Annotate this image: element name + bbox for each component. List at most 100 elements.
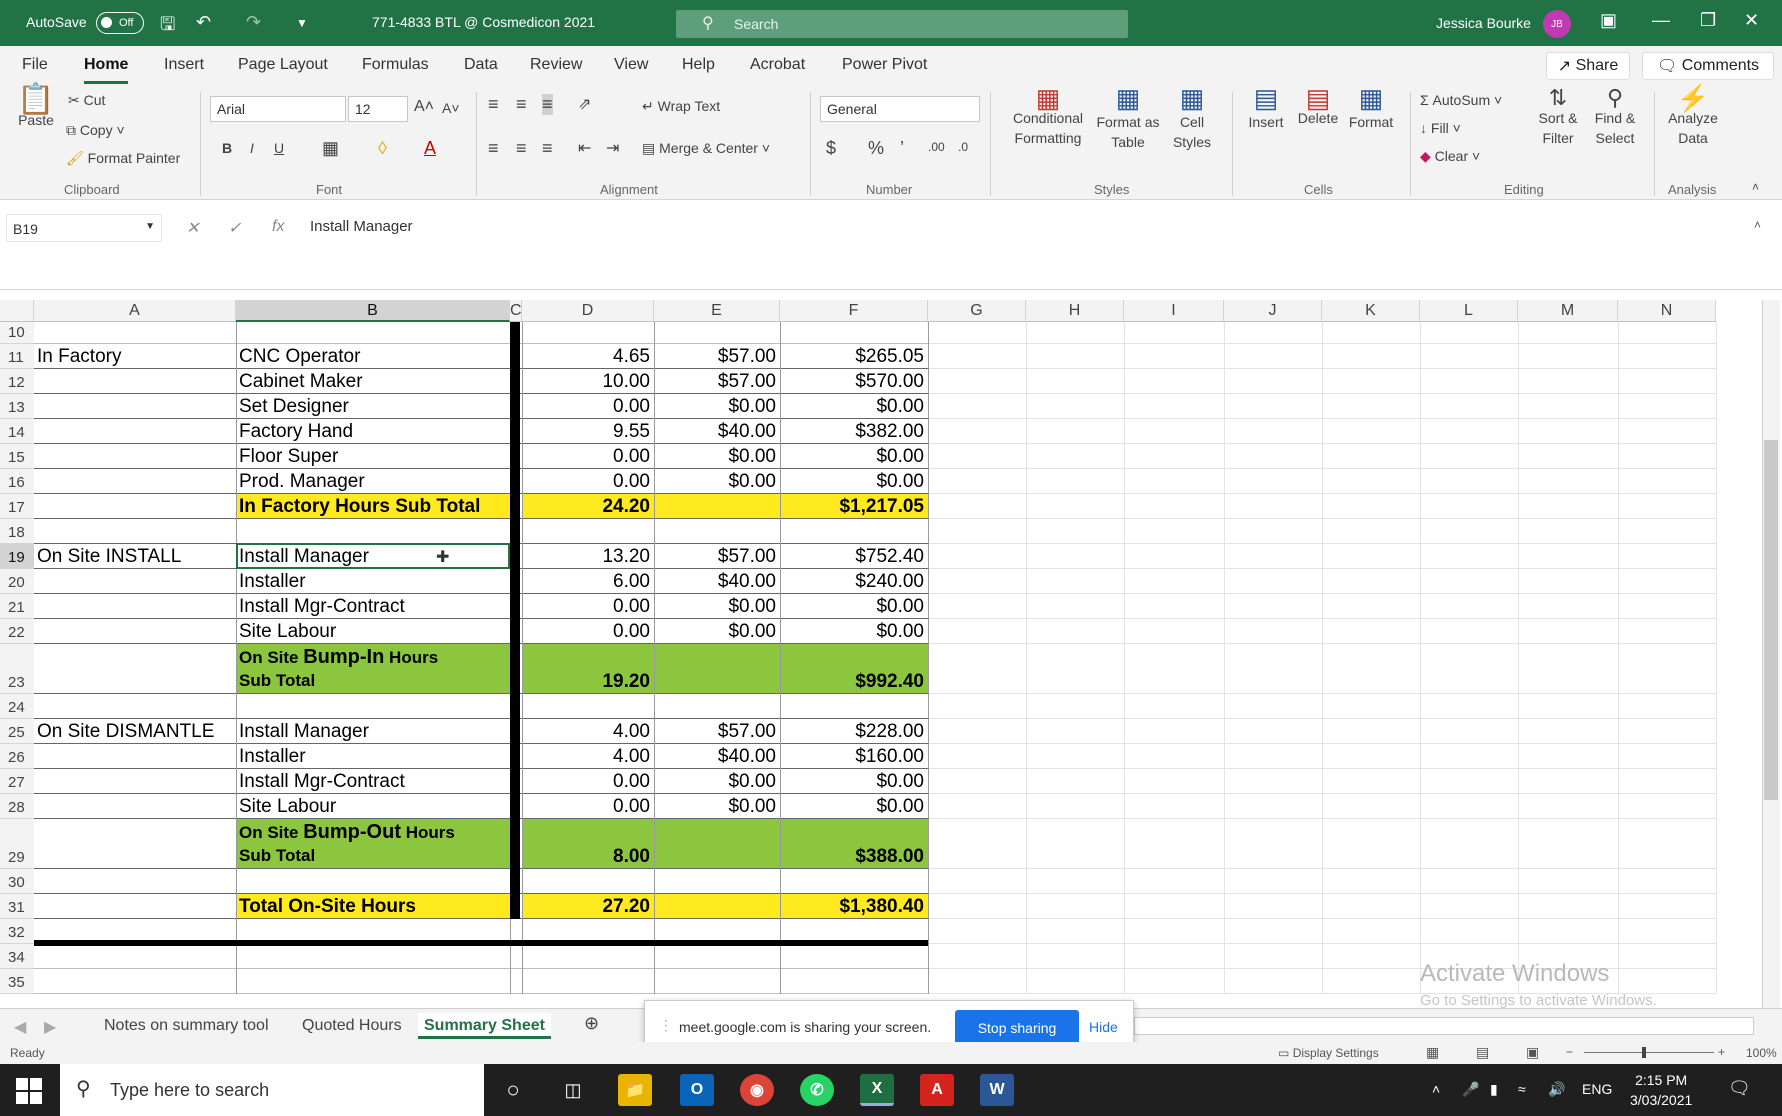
drag-handle-icon[interactable]: ⋮ — [659, 1017, 673, 1034]
cell-b12[interactable]: Cabinet Maker — [239, 369, 510, 394]
cell-d25[interactable]: 4.00 — [525, 719, 654, 744]
font-size-dropdown[interactable]: 12 — [348, 96, 408, 122]
acrobat-icon[interactable]: A — [920, 1074, 954, 1106]
orientation-icon[interactable]: ⇗ — [578, 94, 591, 114]
row-header-30[interactable]: 30 — [0, 869, 34, 894]
column-header-j[interactable]: J — [1224, 300, 1322, 322]
underline-icon[interactable]: U — [274, 140, 284, 156]
excel-icon[interactable]: X — [860, 1074, 894, 1106]
increase-font-icon[interactable]: A˄ — [414, 98, 434, 116]
sort-filter-button[interactable]: ⇅ Sort & Filter — [1528, 87, 1588, 148]
cell-a25[interactable]: On Site DISMANTLE — [37, 719, 236, 744]
redo-icon[interactable]: ↷ — [246, 12, 261, 33]
cell-a19[interactable]: On Site INSTALL — [37, 544, 236, 569]
avatar[interactable]: JB — [1543, 10, 1571, 38]
restore-icon[interactable]: ❐ — [1700, 10, 1716, 31]
tray-chevron-up-icon[interactable]: ˄ — [1432, 1081, 1440, 1097]
align-left-icon[interactable]: ≡ — [488, 138, 499, 159]
zoom-slider-thumb[interactable] — [1642, 1047, 1646, 1058]
row-header-19[interactable]: 19 — [0, 544, 34, 569]
cell-b25[interactable]: Install Manager — [239, 719, 510, 744]
cell-d26[interactable]: 4.00 — [525, 744, 654, 769]
cell-d11[interactable]: 4.65 — [525, 344, 654, 369]
row-header-13[interactable]: 13 — [0, 394, 34, 419]
cell-f19[interactable]: $752.40 — [783, 544, 928, 569]
align-middle-icon[interactable]: ≡ — [516, 94, 527, 115]
cell-d27[interactable]: 0.00 — [525, 769, 654, 794]
clock[interactable]: 2:15 PM 3/03/2021 — [1630, 1070, 1692, 1110]
zoom-slider[interactable] — [1584, 1052, 1714, 1053]
increase-indent-icon[interactable]: ⇥ — [606, 138, 619, 158]
percent-icon[interactable]: % — [868, 138, 884, 159]
tab-formulas[interactable]: Formulas — [362, 56, 429, 74]
cell-f26[interactable]: $160.00 — [783, 744, 928, 769]
formula-input[interactable]: Install Manager — [310, 218, 413, 235]
cell-e11[interactable]: $57.00 — [657, 344, 780, 369]
cell-b29[interactable]: On Site Bump-Out Hours Sub Total — [239, 819, 510, 869]
save-icon[interactable]: 🖫 — [160, 12, 175, 42]
comma-icon[interactable]: ’ — [900, 138, 904, 159]
outlook-icon[interactable]: O — [680, 1074, 714, 1106]
row-header-24[interactable]: 24 — [0, 694, 34, 719]
row-header-34[interactable]: 34 — [0, 944, 34, 969]
fill-button[interactable]: ↓ Fill ˅ — [1420, 120, 1461, 136]
page-layout-view-icon[interactable]: ▤ — [1476, 1044, 1489, 1061]
cell-f13[interactable]: $0.00 — [783, 394, 928, 419]
row-header-32[interactable]: 32 — [0, 919, 34, 944]
language-indicator[interactable]: ENG — [1582, 1081, 1612, 1097]
column-header-g[interactable]: G — [928, 300, 1026, 322]
add-sheet-icon[interactable]: ⊕ — [584, 1013, 599, 1034]
normal-view-icon[interactable]: ▦ — [1426, 1044, 1439, 1061]
decrease-font-icon[interactable]: A˅ — [442, 100, 460, 116]
cell-b14[interactable]: Factory Hand — [239, 419, 510, 444]
font-family-dropdown[interactable]: Arial — [210, 96, 346, 122]
autosum-button[interactable]: Σ AutoSum ˅ — [1420, 92, 1502, 108]
comments-button[interactable]: 🗨 Comments — [1642, 52, 1774, 80]
cell-a11[interactable]: In Factory — [37, 344, 236, 369]
cell-d21[interactable]: 0.00 — [525, 594, 654, 619]
zoom-out-icon[interactable]: − — [1566, 1045, 1573, 1059]
cell-d19[interactable]: 13.20 — [525, 544, 654, 569]
cell-b17[interactable]: In Factory Hours Sub Total — [239, 494, 510, 519]
cell-e27[interactable]: $0.00 — [657, 769, 780, 794]
cell-b27[interactable]: Install Mgr-Contract — [239, 769, 510, 794]
cancel-icon[interactable]: ✕ — [186, 218, 199, 238]
tab-data[interactable]: Data — [464, 56, 498, 74]
cell-f14[interactable]: $382.00 — [783, 419, 928, 444]
cell-e22[interactable]: $0.00 — [657, 619, 780, 644]
name-box[interactable]: B19 ▼ — [6, 214, 162, 242]
next-sheet-icon[interactable]: ▶ — [44, 1017, 56, 1037]
cell-b20[interactable]: Installer — [239, 569, 510, 594]
page-break-view-icon[interactable]: ▣ — [1526, 1044, 1539, 1061]
battery-icon[interactable]: ▮ — [1490, 1081, 1498, 1098]
cell-f27[interactable]: $0.00 — [783, 769, 928, 794]
cell-d28[interactable]: 0.00 — [525, 794, 654, 819]
tab-file[interactable]: File — [22, 56, 48, 74]
cell-d13[interactable]: 0.00 — [525, 394, 654, 419]
row-header-10[interactable]: 10 — [0, 322, 34, 344]
increase-decimal-icon[interactable]: .00 — [928, 140, 945, 154]
cell-b28[interactable]: Site Labour — [239, 794, 510, 819]
decrease-indent-icon[interactable]: ⇤ — [578, 138, 591, 158]
cell-b13[interactable]: Set Designer — [239, 394, 510, 419]
column-header-e[interactable]: E — [654, 300, 780, 322]
cell-b23[interactable]: On Site Bump-In Hours Sub Total — [239, 644, 510, 694]
column-header-m[interactable]: M — [1518, 300, 1618, 322]
row-header-31[interactable]: 31 — [0, 894, 34, 919]
cell-d12[interactable]: 10.00 — [525, 369, 654, 394]
cell-b26[interactable]: Installer — [239, 744, 510, 769]
row-header-26[interactable]: 26 — [0, 744, 34, 769]
italic-icon[interactable]: I — [250, 140, 254, 156]
cell-d22[interactable]: 0.00 — [525, 619, 654, 644]
column-header-n[interactable]: N — [1618, 300, 1716, 322]
cell-e15[interactable]: $0.00 — [657, 444, 780, 469]
cell-f16[interactable]: $0.00 — [783, 469, 928, 494]
cell-f15[interactable]: $0.00 — [783, 444, 928, 469]
row-header-12[interactable]: 12 — [0, 369, 34, 394]
tab-acrobat[interactable]: Acrobat — [750, 56, 805, 74]
cell-f23[interactable]: $992.40 — [783, 644, 928, 694]
format-painter-button[interactable]: 🖌 Format Painter — [66, 150, 180, 167]
tab-page-layout[interactable]: Page Layout — [238, 56, 328, 74]
cell-b21[interactable]: Install Mgr-Contract — [239, 594, 510, 619]
row-header-14[interactable]: 14 — [0, 419, 34, 444]
